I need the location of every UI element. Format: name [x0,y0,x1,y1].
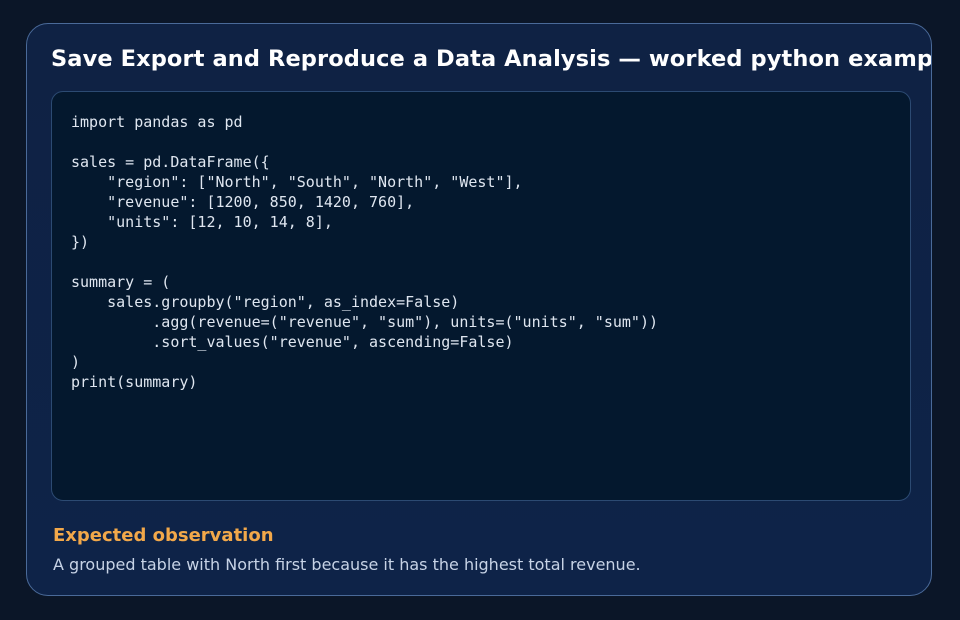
observation-text: A grouped table with North first because… [53,555,641,574]
example-card: Save Export and Reproduce a Data Analysi… [26,23,932,596]
code-text[interactable]: import pandas as pd sales = pd.DataFrame… [71,112,658,392]
page-title: Save Export and Reproduce a Data Analysi… [51,46,932,72]
code-block: import pandas as pd sales = pd.DataFrame… [51,91,911,501]
observation-heading: Expected observation [53,525,274,546]
